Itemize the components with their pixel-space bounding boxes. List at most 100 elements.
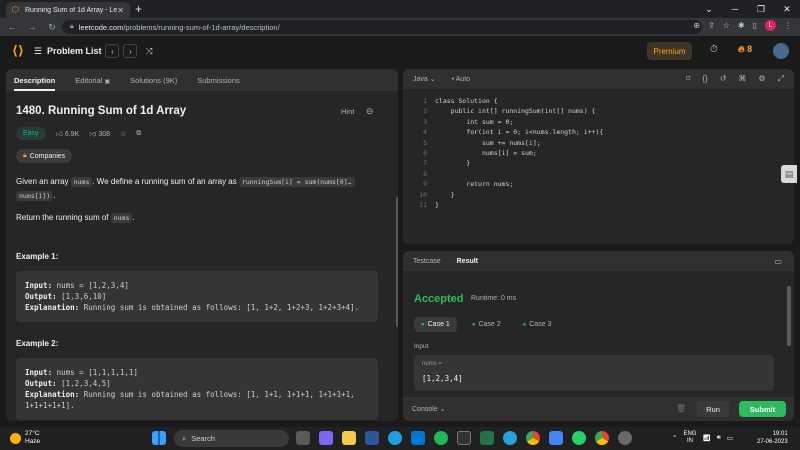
chevron-down-icon: ⌄ (429, 76, 436, 83)
reload-icon[interactable]: ↻ (44, 22, 60, 33)
edge-icon[interactable] (388, 431, 402, 445)
leetcode-logo-icon[interactable]: ⟨⟩ (12, 43, 24, 59)
submit-button[interactable]: Submit (739, 401, 786, 417)
battery-icon[interactable]: ▭ (727, 434, 733, 442)
new-tab-icon[interactable]: + (135, 2, 142, 16)
trash-icon[interactable]: 🗑︎ (676, 404, 686, 413)
tab-submissions[interactable]: Submissions (197, 76, 240, 85)
inline-code: nums[i]) (16, 191, 54, 201)
user-avatar[interactable] (773, 43, 789, 59)
braces-icon[interactable]: {} (702, 74, 707, 84)
url-input[interactable]: 🔒︎ leetcode.com/problems/running-sum-of-… (62, 20, 702, 34)
chevron-up-icon[interactable]: ⌃ (672, 434, 677, 442)
problem-meta: Easy 👍︎ 6.9K 👎︎ 308 ☆ ⧉ (16, 127, 388, 140)
description-content: 1480. Running Sum of 1d Array Hint ⊖ Eas… (6, 91, 398, 421)
more-options-icon[interactable]: ⊖ (366, 106, 374, 117)
bookmark-star-icon[interactable]: ☆ (723, 21, 730, 30)
sidepanel-icon[interactable]: ▯ (753, 21, 757, 30)
case-tab[interactable]: ● Case 3 (516, 317, 559, 332)
dislike-button[interactable]: 👎︎ 308 (89, 129, 110, 138)
excel-icon[interactable] (480, 431, 494, 445)
spotify-icon[interactable] (434, 431, 448, 445)
chat-icon[interactable] (319, 431, 333, 445)
side-note-icon[interactable]: ▤ (781, 165, 797, 183)
wifi-icon[interactable]: 📶︎ (702, 434, 710, 442)
run-button[interactable]: Run (697, 401, 729, 417)
settings-gear-icon[interactable]: ⚙ (758, 74, 765, 84)
file-explorer-icon[interactable] (342, 431, 356, 445)
shuffle-icon[interactable]: ⤨ (145, 46, 152, 57)
menu-kebab-icon[interactable]: ⋮ (784, 21, 792, 30)
result-scrollbar[interactable] (787, 286, 791, 346)
prev-problem-button[interactable]: ‹ (105, 44, 120, 58)
tab-testcase[interactable]: Testcase (413, 258, 441, 265)
input-label: Input: (25, 368, 53, 377)
input-section-label: Input (414, 343, 429, 350)
desc-text: . (53, 191, 56, 200)
panel-layout-icon[interactable]: ▭ (774, 257, 782, 266)
chrome-icon[interactable] (595, 431, 609, 445)
timer-icon[interactable]: ⏱ (710, 44, 718, 55)
problem-list-button[interactable]: ☰ Problem List (34, 46, 102, 57)
fullscreen-icon[interactable]: ⤢ (778, 74, 784, 84)
autocomplete-mode[interactable]: • Auto (452, 76, 470, 83)
windows-taskbar: 27°C Haze ⌕ Search ⌃ ENG IN 📶︎ 🔊︎ ▭ 19:01 2… (0, 427, 800, 450)
search-label: Search (191, 434, 215, 443)
whatsapp-icon[interactable] (572, 431, 586, 445)
task-view-icon[interactable] (296, 431, 310, 445)
clock-time: 19:01 (772, 431, 788, 437)
companies-tag[interactable]: 🔒︎ Companies (16, 149, 73, 163)
tab-result[interactable]: Result (457, 258, 478, 265)
case-tab[interactable]: ● Case 2 (465, 317, 508, 332)
extensions-icon[interactable]: ✱ (738, 21, 745, 30)
minimize-icon[interactable]: ─ (722, 0, 748, 18)
like-button[interactable]: 👍︎ 6.9K (56, 129, 80, 138)
reset-icon[interactable]: ↺ (720, 74, 727, 84)
telegram-icon[interactable] (503, 431, 517, 445)
hint-button[interactable]: Hint (341, 107, 354, 116)
streak-counter[interactable]: 🔥︎ 8 (738, 44, 752, 55)
maximize-icon[interactable]: ❐ (748, 0, 774, 18)
pinned-apps (296, 431, 632, 445)
language-select[interactable]: Java ⌄ (413, 75, 436, 83)
description-scrollbar[interactable] (396, 197, 398, 327)
premium-button[interactable]: Premium (647, 42, 692, 60)
share-icon[interactable]: ⇪ (708, 21, 715, 30)
console-toggle[interactable]: Console ⌄ (412, 405, 446, 413)
terminal-icon[interactable] (457, 431, 471, 445)
word-icon[interactable] (365, 431, 379, 445)
chrome-icon[interactable] (526, 431, 540, 445)
store-icon[interactable] (411, 431, 425, 445)
volume-icon[interactable]: 🔊︎ (717, 434, 721, 442)
tab-editorial[interactable]: Editorial ▣ (75, 76, 110, 85)
windows-start-icon[interactable] (152, 431, 166, 445)
profile-avatar[interactable]: L (765, 20, 776, 31)
close-tab-icon[interactable]: ✕ (117, 6, 124, 15)
tab-solutions[interactable]: Solutions (9K) (130, 76, 177, 85)
shortcuts-icon[interactable]: ⌘ (738, 74, 746, 84)
browser-tab[interactable]: ⬡ Running Sum of 1d Array - LeetC ✕ (6, 2, 130, 18)
close-window-icon[interactable]: ✕ (774, 0, 800, 18)
maps-icon[interactable] (549, 431, 563, 445)
language-indicator[interactable]: ENG IN (683, 431, 696, 445)
weather-widget[interactable]: 27°C Haze (10, 430, 40, 446)
zoom-icon[interactable]: ⊕ (693, 21, 700, 30)
bookmark-icon[interactable]: ⌑ (686, 74, 690, 84)
next-problem-button[interactable]: › (123, 44, 138, 58)
result-panel: Testcase Result ▭ Accepted Runtime: 0 ms… (403, 251, 794, 421)
code-line: nums[i] = sum; (435, 149, 537, 157)
taskbar-clock[interactable]: 19:01 27-06-2023 (757, 430, 788, 446)
share-link-icon[interactable]: ⧉ (136, 130, 141, 138)
input-value: nums = [1,1,1,1,1] (52, 368, 138, 377)
forward-icon[interactable]: → (24, 22, 40, 32)
case-tab[interactable]: ● Case 1 (414, 317, 457, 332)
taskbar-search[interactable]: ⌕ Search (174, 430, 289, 447)
back-icon[interactable]: ← (4, 22, 20, 32)
runtime-text: Runtime: 0 ms (471, 295, 517, 302)
tab-description[interactable]: Description (14, 76, 56, 91)
favorite-star-icon[interactable]: ☆ (120, 130, 126, 138)
chevron-down-icon[interactable]: ⌄ (696, 0, 722, 18)
code-area[interactable]: 1 class Solution {2 public int[] runningS… (403, 93, 794, 243)
settings-gear-icon[interactable] (618, 431, 632, 445)
code-line: return nums; (435, 180, 514, 189)
